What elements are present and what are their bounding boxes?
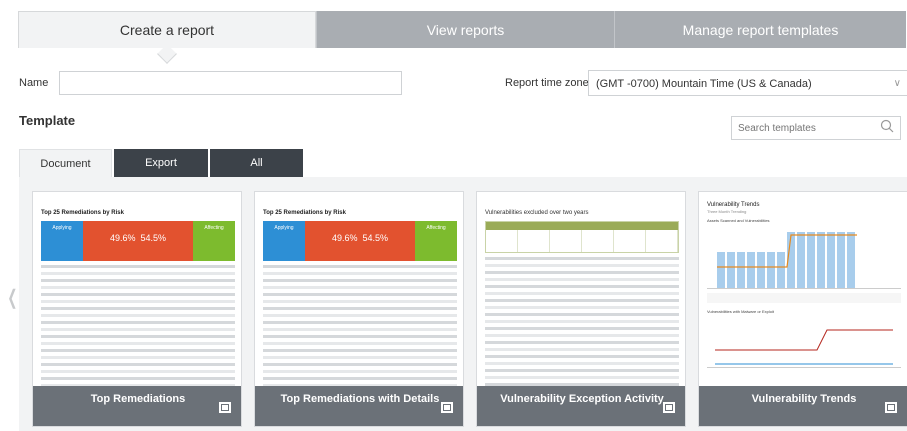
thumbnail-applying-box: Applying bbox=[263, 221, 305, 261]
template-heading: Template bbox=[19, 113, 76, 128]
subtab-export[interactable]: Export bbox=[114, 149, 208, 177]
thumbnail-percent-2: 54.5% bbox=[362, 233, 389, 243]
thumbnail-summary-boxes: Applying 49.6% 54.5% Affecting bbox=[263, 221, 457, 261]
search-templates-input[interactable] bbox=[738, 118, 878, 138]
tab-create-report[interactable]: Create a report bbox=[18, 11, 316, 48]
thumbnail-chart1-title: Assets Scanned and Vulnerabilities bbox=[707, 218, 770, 223]
thumbnail-table-lines bbox=[263, 265, 457, 386]
thumbnail-percent-2: 54.5% bbox=[140, 233, 167, 243]
subtab-all[interactable]: All bbox=[210, 149, 303, 177]
thumbnail-affecting-box: Affecting bbox=[193, 221, 235, 261]
thumbnail-title: Top 25 Remediations by Risk bbox=[41, 210, 124, 216]
search-templates-box[interactable] bbox=[731, 116, 901, 140]
template-thumbnail: Top 25 Remediations by Risk Applying 49.… bbox=[33, 192, 241, 386]
chevron-down-icon: ∨ bbox=[893, 78, 901, 89]
template-card-label: Vulnerability Trends bbox=[699, 386, 907, 426]
thumbnail-table-lines bbox=[485, 257, 679, 386]
template-type-tabs: Document Export All bbox=[19, 149, 305, 177]
preview-icon[interactable] bbox=[663, 402, 675, 413]
timezone-select[interactable]: (GMT -0700) Mountain Time (US & Canada) … bbox=[588, 70, 907, 96]
thumbnail-applying-box: Applying bbox=[41, 221, 83, 261]
subtab-document[interactable]: Document bbox=[19, 149, 112, 177]
thumbnail-bar-chart bbox=[707, 227, 901, 289]
template-card-label: Top Remediations with Details bbox=[255, 386, 463, 426]
thumbnail-percent-box: 49.6% 54.5% bbox=[83, 221, 193, 261]
thumbnail-title: Vulnerabilities excluded over two years bbox=[485, 210, 589, 216]
thumbnail-title: Top 25 Remediations by Risk bbox=[263, 210, 346, 216]
thumbnail-legend bbox=[707, 293, 901, 303]
timezone-label: Report time zone bbox=[505, 77, 589, 89]
timezone-value: (GMT -0700) Mountain Time (US & Canada) bbox=[596, 78, 812, 90]
thumbnail-table-lines bbox=[41, 265, 235, 386]
thumbnail-summary-table bbox=[485, 221, 679, 253]
template-thumbnail: Vulnerability Trends Three Month Trendin… bbox=[699, 192, 907, 386]
report-tabs: Create a report View reports Manage repo… bbox=[18, 11, 906, 48]
search-icon[interactable] bbox=[880, 119, 894, 138]
template-card-label: Vulnerability Exception Activity bbox=[477, 386, 685, 426]
template-gallery: Top 25 Remediations by Risk Applying 49.… bbox=[19, 177, 907, 431]
thumbnail-title: Vulnerability Trends bbox=[707, 202, 760, 208]
thumbnail-chart2-title: Vulnerabilities with Malware or Exploit bbox=[707, 309, 774, 314]
name-label: Name bbox=[19, 77, 49, 89]
chevron-left-icon[interactable]: ❮ bbox=[7, 285, 17, 310]
thumbnail-percent-box: 49.6% 54.5% bbox=[305, 221, 415, 261]
thumbnail-line-chart bbox=[707, 320, 901, 368]
name-input[interactable] bbox=[59, 71, 402, 95]
thumbnail-percent-1: 49.6% bbox=[109, 233, 136, 243]
thumbnail-summary-boxes: Applying 49.6% 54.5% Affecting bbox=[41, 221, 235, 261]
template-card-vulnerability-exception-activity[interactable]: Vulnerabilities excluded over two years … bbox=[476, 191, 686, 427]
thumbnail-affecting-box: Affecting bbox=[415, 221, 457, 261]
preview-icon[interactable] bbox=[885, 402, 897, 413]
template-card-label: Top Remediations bbox=[33, 386, 241, 426]
thumbnail-subtitle: Three Month Trending bbox=[707, 209, 747, 214]
template-card-top-remediations[interactable]: Top 25 Remediations by Risk Applying 49.… bbox=[32, 191, 242, 427]
template-card-top-remediations-with-details[interactable]: Top 25 Remediations by Risk Applying 49.… bbox=[254, 191, 464, 427]
tab-manage-report-templates[interactable]: Manage report templates bbox=[614, 11, 906, 48]
template-card-vulnerability-trends[interactable]: Vulnerability Trends Three Month Trendin… bbox=[698, 191, 907, 427]
template-thumbnail: Top 25 Remediations by Risk Applying 49.… bbox=[255, 192, 463, 386]
preview-icon[interactable] bbox=[441, 402, 453, 413]
template-thumbnail: Vulnerabilities excluded over two years bbox=[477, 192, 685, 386]
thumbnail-percent-1: 49.6% bbox=[331, 233, 358, 243]
tab-view-reports[interactable]: View reports bbox=[316, 11, 614, 48]
preview-icon[interactable] bbox=[219, 402, 231, 413]
report-form-row: Name Report time zone (GMT -0700) Mounta… bbox=[0, 70, 907, 96]
